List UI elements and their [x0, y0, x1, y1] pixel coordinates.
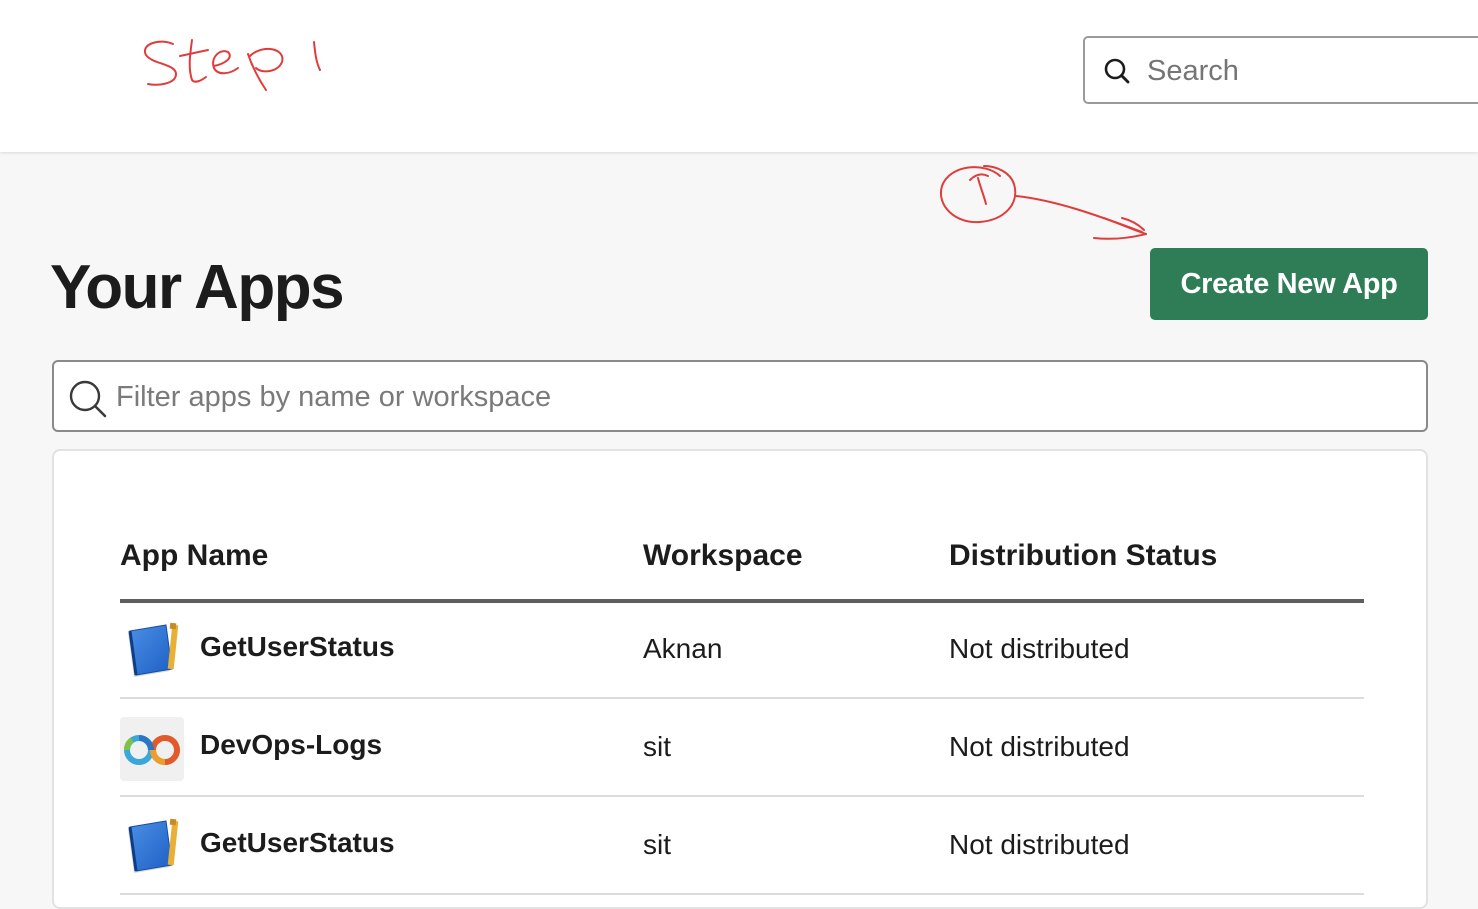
app-workspace: sit [643, 829, 671, 860]
header-search-input[interactable] [1145, 48, 1449, 94]
table-row[interactable]: DevOps-Logs sit Not distributed [120, 699, 1364, 797]
filter-apps-input[interactable] [114, 372, 1408, 422]
apps-table-card: App Name Workspace Distribution Status G… [52, 449, 1428, 909]
app-workspace: Aknan [643, 633, 723, 664]
devops-infinity-icon [120, 717, 184, 781]
header-search-box[interactable] [1083, 36, 1478, 104]
table-row[interactable]: GetUserStatus sit Not distributed [120, 797, 1364, 895]
table-row[interactable]: GetUserStatus Aknan Not distributed [120, 601, 1364, 699]
app-distribution-status: Not distributed [949, 633, 1130, 664]
notebook-icon [128, 622, 179, 677]
app-name[interactable]: DevOps-Logs [200, 729, 382, 761]
notebook-icon [128, 818, 179, 873]
app-name[interactable]: GetUserStatus [200, 827, 395, 859]
filter-apps-box[interactable] [52, 360, 1428, 432]
circled-number-one [939, 165, 1017, 224]
page-title: Your Apps [50, 253, 345, 322]
search-icon [69, 380, 107, 418]
column-header-workspace: Workspace [643, 539, 803, 572]
arrow-to-create-button [1015, 195, 1147, 240]
app-workspace: sit [643, 731, 671, 762]
app-name[interactable]: GetUserStatus [200, 631, 395, 663]
column-header-distribution-status: Distribution Status [949, 539, 1218, 572]
create-new-app-button[interactable]: Create New App [1150, 248, 1428, 320]
column-header-app-name: App Name [120, 539, 269, 572]
app-distribution-status: Not distributed [949, 731, 1130, 762]
search-icon [1104, 58, 1130, 84]
table-header: App Name Workspace Distribution Status [120, 533, 1364, 603]
app-distribution-status: Not distributed [949, 829, 1130, 860]
top-header-bar [0, 0, 1478, 152]
